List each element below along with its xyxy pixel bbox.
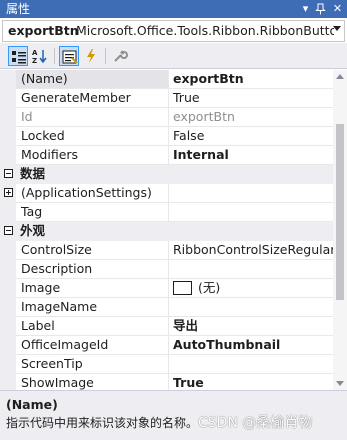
row-gutter: [0, 89, 16, 108]
property-value[interactable]: True: [169, 89, 333, 108]
property-row-screentip[interactable]: ScreenTip: [0, 355, 333, 374]
property-row-officeimageid[interactable]: OfficeImageId AutoThumbnail: [0, 336, 333, 355]
pin-icon[interactable]: [313, 1, 328, 17]
row-gutter: [0, 298, 16, 317]
collapse-minus-icon[interactable]: [4, 226, 13, 235]
property-row-image[interactable]: Image (无): [0, 279, 333, 298]
row-gutter: [0, 203, 16, 222]
selected-object-name: exportBtn: [8, 23, 79, 38]
image-preview-swatch: [173, 280, 192, 295]
property-name: ImageName: [16, 298, 169, 317]
row-gutter: [0, 146, 16, 165]
alphabetical-sort-icon[interactable]: A Z: [30, 46, 50, 66]
property-name: Id: [16, 108, 169, 127]
property-row-modifiers[interactable]: Modifiers Internal: [0, 146, 333, 165]
property-row-id[interactable]: Id exportBtn: [0, 108, 333, 127]
property-name: ShowImage: [16, 374, 169, 390]
scroll-down-arrow-icon[interactable]: [336, 381, 344, 386]
row-gutter: [0, 355, 16, 374]
property-value[interactable]: RibbonControlSizeRegular: [169, 241, 333, 260]
scrollbar-thumb[interactable]: [336, 124, 344, 300]
category-label: 数据: [20, 166, 46, 181]
property-name: Label: [16, 317, 169, 336]
chevron-down-icon[interactable]: [333, 26, 341, 31]
property-name: Tag: [16, 203, 169, 222]
row-gutter: [0, 108, 16, 127]
properties-title-bar: 属性 ▾ ✕: [0, 0, 347, 18]
description-text: 指示代码中用来标识该对象的名称。: [6, 416, 199, 430]
window-position-dropdown-icon[interactable]: ▾: [298, 1, 313, 17]
property-row-showimage[interactable]: ShowImage True: [0, 374, 333, 390]
property-value: exportBtn: [169, 108, 333, 127]
row-gutter: [0, 184, 16, 203]
property-value[interactable]: [169, 260, 333, 279]
property-name: (ApplicationSettings): [16, 184, 169, 203]
row-gutter: [0, 374, 16, 390]
property-pages-wrench-icon[interactable]: [110, 46, 130, 66]
property-value-image[interactable]: (无): [169, 279, 333, 298]
property-value[interactable]: False: [169, 127, 333, 146]
property-row-description[interactable]: Description: [0, 260, 333, 279]
properties-icon[interactable]: [59, 46, 79, 66]
property-name: Description: [16, 260, 169, 279]
property-name: OfficeImageId: [16, 336, 169, 355]
property-name: (Name): [16, 70, 169, 89]
property-row-imagename[interactable]: ImageName: [0, 298, 333, 317]
property-value[interactable]: True: [169, 374, 333, 390]
property-grid: (Name) exportBtn GenerateMember True Id …: [0, 70, 333, 390]
vertical-scrollbar[interactable]: [333, 70, 347, 390]
svg-text:Z: Z: [32, 57, 37, 64]
property-row-applicationsettings[interactable]: (ApplicationSettings): [0, 184, 333, 203]
expand-plus-icon[interactable]: [4, 188, 13, 197]
property-value[interactable]: AutoThumbnail: [169, 336, 333, 355]
property-name: Modifiers: [16, 146, 169, 165]
property-name: Image: [16, 279, 169, 298]
collapse-minus-icon[interactable]: [4, 169, 13, 178]
category-row-data[interactable]: 数据: [0, 165, 333, 184]
row-gutter: [0, 260, 16, 279]
row-gutter: [0, 279, 16, 298]
scroll-up-arrow-icon[interactable]: [336, 74, 344, 79]
property-value[interactable]: 导出: [169, 317, 333, 336]
properties-toolbar: A Z: [0, 43, 347, 69]
toolbar-separator: [105, 48, 106, 64]
property-name: ControlSize: [16, 241, 169, 260]
description-title: (Name): [6, 397, 58, 412]
property-value[interactable]: [169, 184, 333, 203]
row-gutter: [0, 317, 16, 336]
property-value[interactable]: [169, 203, 333, 222]
property-name: Locked: [16, 127, 169, 146]
events-lightning-icon[interactable]: [81, 46, 101, 66]
row-gutter: [0, 70, 16, 89]
window-title: 属性: [6, 2, 31, 16]
close-icon[interactable]: ✕: [330, 1, 345, 17]
category-label: 外观: [20, 223, 46, 238]
toolbar-separator: [54, 48, 55, 64]
property-name: ScreenTip: [16, 355, 169, 374]
watermark-text: CSDN @桑榆肖物: [198, 415, 313, 431]
object-selector-dropdown[interactable]: exportBtn Microsoft.Office.Tools.Ribbon.…: [2, 20, 345, 42]
property-row-tag[interactable]: Tag: [0, 203, 333, 222]
property-name: GenerateMember: [16, 89, 169, 108]
property-row-generatemember[interactable]: GenerateMember True: [0, 89, 333, 108]
property-row-name[interactable]: (Name) exportBtn: [0, 70, 333, 89]
property-value[interactable]: Internal: [169, 146, 333, 165]
row-gutter: [0, 127, 16, 146]
selected-object-type: Microsoft.Office.Tools.Ribbon.RibbonButt…: [76, 23, 334, 38]
property-row-locked[interactable]: Locked False: [0, 127, 333, 146]
category-row-appearance[interactable]: 外观: [0, 222, 333, 241]
property-value[interactable]: [169, 355, 333, 374]
property-value: (无): [198, 280, 221, 295]
property-value[interactable]: exportBtn: [169, 70, 333, 89]
property-row-controlsize[interactable]: ControlSize RibbonControlSizeRegular: [0, 241, 333, 260]
property-value[interactable]: [169, 298, 333, 317]
row-gutter: [0, 241, 16, 260]
categorized-view-icon[interactable]: [8, 46, 28, 66]
row-gutter: [0, 336, 16, 355]
property-row-label[interactable]: Label 导出: [0, 317, 333, 336]
svg-text:A: A: [32, 49, 38, 57]
